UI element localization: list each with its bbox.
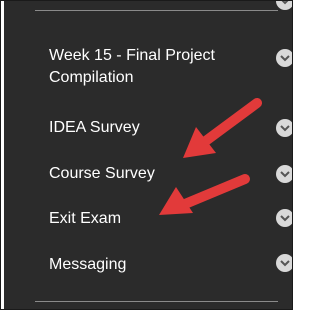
chevron-down-icon[interactable]: [276, 165, 292, 183]
menu-divider-bottom: [35, 301, 278, 302]
chevron-down-icon[interactable]: [276, 1, 292, 10]
chevron-down-icon[interactable]: [276, 119, 292, 137]
chevron-down-icon[interactable]: [276, 49, 292, 67]
course-menu-panel: Week 15 - Final Project Compilation IDEA…: [0, 0, 293, 310]
menu-item-course-survey[interactable]: Course Survey: [49, 163, 259, 185]
menu-item-messaging[interactable]: Messaging: [49, 254, 259, 276]
menu-item-week-15[interactable]: Week 15 - Final Project Compilation: [49, 45, 259, 89]
menu-item-idea-survey[interactable]: IDEA Survey: [49, 117, 259, 139]
chevron-down-icon[interactable]: [276, 254, 292, 272]
menu-divider-top: [35, 10, 278, 11]
menu-item-exit-exam[interactable]: Exit Exam: [49, 208, 259, 230]
chevron-down-icon[interactable]: [276, 209, 292, 227]
left-edge-strip: [1, 1, 4, 309]
